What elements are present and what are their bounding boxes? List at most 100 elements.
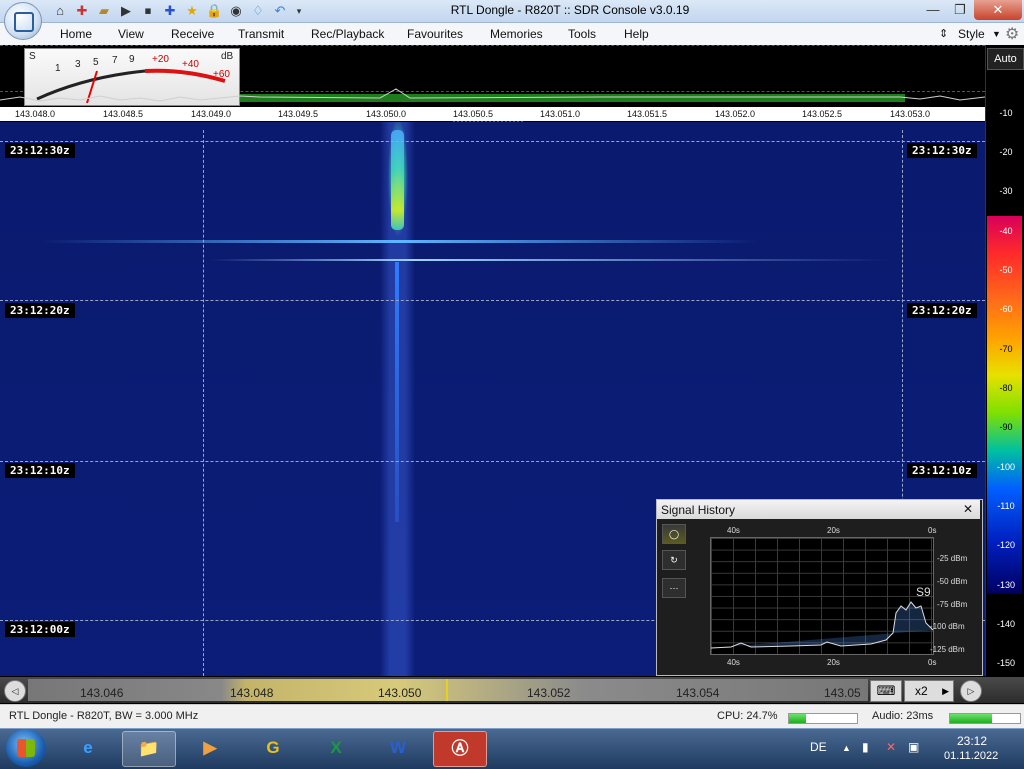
tuned-frequency-marker[interactable] <box>446 679 448 701</box>
clock-time[interactable]: 23:12 <box>957 734 987 748</box>
home-icon[interactable]: ⌂ <box>52 3 68 19</box>
start-button[interactable] <box>6 729 46 767</box>
volume-muted-icon[interactable]: ✕ <box>886 740 896 754</box>
scale-label: -30 <box>999 186 1013 196</box>
audio-meter <box>949 713 1021 724</box>
language-indicator[interactable]: DE <box>810 740 827 754</box>
zoom-value: x2 <box>915 684 928 698</box>
nav-freq-label: 143.046 <box>80 686 124 700</box>
nav-freq-label: 143.050 <box>378 686 422 700</box>
minimize-button[interactable]: — <box>920 0 946 20</box>
nav-freq-label: 143.048 <box>230 686 274 700</box>
explorer-icon[interactable]: 📁 <box>122 731 176 767</box>
close-button[interactable]: ✕ <box>974 0 1022 20</box>
star-icon[interactable]: ★ <box>184 3 200 19</box>
menu-help[interactable]: Help <box>624 27 649 41</box>
scale-label: -80 <box>999 383 1013 393</box>
show-hidden-icons-icon[interactable]: ▲ <box>842 743 851 753</box>
network-icon[interactable]: ▣ <box>908 740 919 754</box>
customize-quickaccess-icon[interactable]: ▾ <box>291 3 307 19</box>
scale-label: -50 <box>999 265 1013 275</box>
reset-icon[interactable]: ↻ <box>662 550 686 570</box>
time-gridline <box>0 300 985 301</box>
camera-icon[interactable]: ◉ <box>228 3 244 19</box>
word-icon[interactable]: W <box>372 731 424 765</box>
undo-icon[interactable]: ↶ <box>272 3 288 19</box>
signal-history-title: Signal History <box>661 503 736 517</box>
time-gridline <box>0 141 985 142</box>
style-sort-icon[interactable]: ⇕ <box>939 27 948 40</box>
freq-axis-label: 143.049.5 <box>278 109 319 119</box>
history-time-label: 40s <box>727 658 740 667</box>
application-menu-button[interactable] <box>4 2 42 40</box>
power-icon[interactable]: ▮ <box>862 740 869 754</box>
keyboard-button[interactable]: ⌨ <box>870 680 902 702</box>
internet-explorer-icon[interactable]: e <box>62 731 114 765</box>
app-grid-icon <box>14 12 34 32</box>
scale-label: -120 <box>996 540 1015 550</box>
scale-label: -70 <box>999 344 1013 354</box>
frequency-navigator-track[interactable] <box>28 679 868 701</box>
smeter-tick: 3 <box>75 59 81 70</box>
play-icon[interactable]: ▶ <box>118 3 134 19</box>
audio-status: Audio: 23ms <box>872 710 934 722</box>
stop-icon[interactable]: ⏹ <box>140 3 156 19</box>
audio-meter-fill <box>950 714 992 723</box>
smeter-tick: 7 <box>112 55 118 66</box>
menu-home[interactable]: Home <box>60 27 92 41</box>
smeter-tick: +20 <box>152 54 169 65</box>
scale-label: -140 <box>996 619 1015 629</box>
history-time-label: 20s <box>827 658 840 667</box>
smeter-tick: 9 <box>129 54 135 65</box>
history-level-label: -100 dBm <box>930 622 965 631</box>
sdr-console-icon[interactable]: Ⓐ <box>433 731 487 767</box>
timestamp-left: 23:12:20z <box>5 303 75 318</box>
freq-axis-label: 143.052.5 <box>802 109 843 119</box>
frequency-gridline <box>203 130 204 676</box>
add-icon[interactable]: ✚ <box>162 3 178 19</box>
drop-icon[interactable]: ♢ <box>250 3 266 19</box>
signal-history-titlebar[interactable]: Signal History <box>657 500 980 519</box>
clock-date[interactable]: 01.11.2022 <box>944 750 998 762</box>
menu-favourites[interactable]: Favourites <box>407 27 463 41</box>
menu-view[interactable]: View <box>118 27 144 41</box>
scroll-right-button[interactable]: ▷ <box>960 680 982 702</box>
signal-streak <box>40 240 760 243</box>
scale-label: -60 <box>999 304 1013 314</box>
history-level-label: -50 dBm <box>937 577 968 586</box>
folder-icon[interactable]: ▰ <box>96 3 112 19</box>
more-options-icon[interactable]: ⋯ <box>662 578 686 598</box>
menu-memories[interactable]: Memories <box>490 27 543 41</box>
menu-rec-playback[interactable]: Rec/Playback <box>311 27 384 41</box>
smeter-tick: 1 <box>55 63 61 74</box>
timestamp-left: 23:12:00z <box>5 622 75 637</box>
smeter-db-label: dB <box>221 51 234 62</box>
carrier-tail <box>395 262 399 522</box>
history-level-label: -25 dBm <box>937 554 968 563</box>
s-level-label: S9 <box>916 585 931 599</box>
style-dropdown-icon[interactable]: ▼ <box>992 29 1001 39</box>
cpu-meter-fill <box>789 714 806 723</box>
media-player-icon[interactable]: ▶ <box>184 731 236 765</box>
time-gridline <box>0 461 985 462</box>
restore-button[interactable]: ❐ <box>947 0 973 20</box>
settings-gear-icon[interactable]: ⚙ <box>1005 24 1019 44</box>
menu-receive[interactable]: Receive <box>171 27 214 41</box>
record-icon[interactable]: ◯ <box>662 524 686 544</box>
lock-icon[interactable]: 🔒 <box>206 3 222 19</box>
style-menu[interactable]: Style <box>958 27 985 41</box>
signal-streak <box>210 259 890 261</box>
lifebuoy-icon[interactable]: ✚ <box>74 3 90 19</box>
chrome-icon[interactable]: G <box>247 731 299 765</box>
menu-transmit[interactable]: Transmit <box>238 27 284 41</box>
auto-level-button[interactable]: Auto <box>987 48 1024 70</box>
freq-axis-label: 143.051.5 <box>627 109 668 119</box>
scroll-left-button[interactable]: ◁ <box>4 680 26 702</box>
freq-axis-label: 143.049.0 <box>191 109 232 119</box>
signal-history-close-button[interactable]: ✕ <box>963 502 973 516</box>
scale-label: -90 <box>999 422 1013 432</box>
menu-tools[interactable]: Tools <box>568 27 596 41</box>
zoom-selector[interactable]: x2 ▶ <box>904 680 954 702</box>
window-title: RTL Dongle - R820T :: SDR Console v3.0.1… <box>450 3 690 17</box>
excel-icon[interactable]: X <box>310 731 362 765</box>
